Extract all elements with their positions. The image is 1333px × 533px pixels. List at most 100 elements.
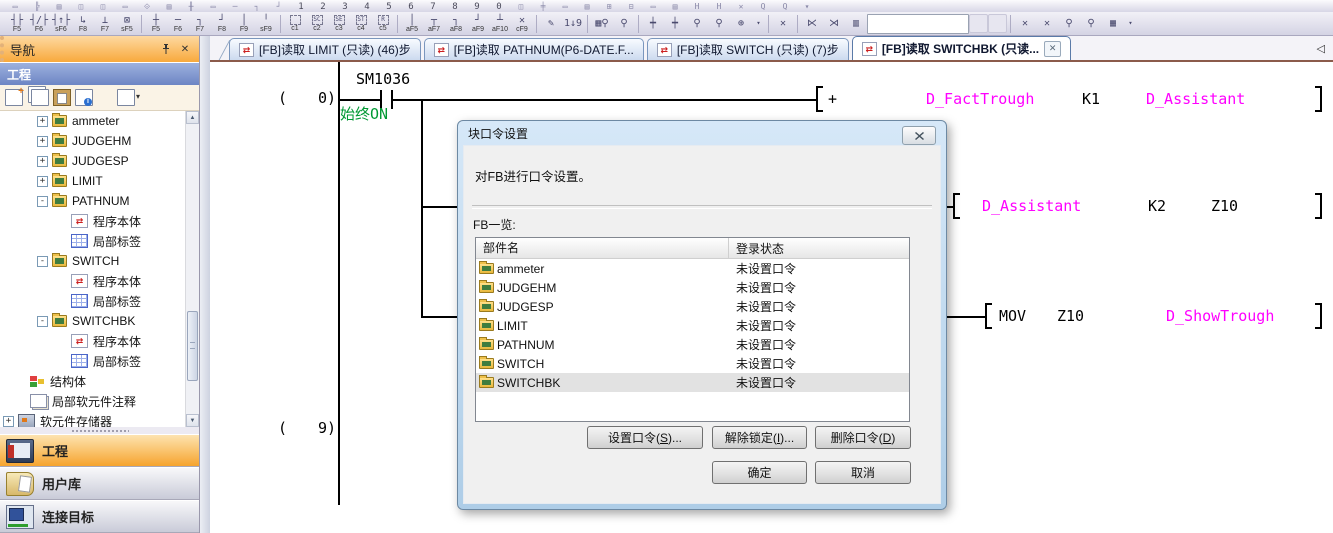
toolbar-ghost-icon[interactable]: ▭ — [4, 2, 26, 12]
fb-list-table[interactable]: 部件名 登录状态 ammeter 未设置口令 — [475, 237, 910, 422]
tree-item[interactable]: + JUDGEHM — [0, 131, 199, 151]
toolbar-ghost-icon[interactable]: ▭ — [202, 2, 224, 12]
delete-password-button[interactable]: 删除口令(D) — [815, 426, 911, 449]
document-tab[interactable]: [FB]读取 SWITCHBK (只读... — [852, 36, 1071, 60]
fb-row[interactable]: SWITCH 未设置口令 — [476, 354, 909, 373]
tree-item[interactable]: 程序本体 — [0, 271, 199, 291]
toolbar-ghost-icon[interactable]: Q — [752, 2, 774, 12]
toolbar-ghost-icon[interactable]: ⟐ — [136, 2, 158, 12]
tree-item[interactable]: - SWITCH — [0, 251, 199, 271]
tree-item[interactable]: - PATHNUM — [0, 191, 199, 211]
tree-item[interactable]: + LIMIT — [0, 171, 199, 191]
toolbar-ghost-icon[interactable]: ╪ — [532, 2, 554, 12]
toolbar-ghost-icon[interactable]: 3 — [334, 2, 356, 12]
toolbar-ghost-icon[interactable]: ─ — [224, 2, 246, 12]
dialog-close-icon[interactable] — [902, 126, 936, 145]
tree-item[interactable]: + JUDGESP — [0, 151, 199, 171]
toolbar-button[interactable]: ┘ aF9 — [467, 13, 489, 35]
operand-label[interactable]: D_FactTrough — [926, 90, 1034, 108]
tree-item[interactable]: 局部标签 — [0, 291, 199, 311]
tree-expand-icon[interactable]: + — [37, 176, 48, 187]
toolbar-button[interactable] — [1007, 13, 1014, 35]
toolbar-button[interactable]: ✕ — [772, 13, 794, 35]
toolbar-button[interactable]: ✎ — [540, 13, 562, 35]
operand-device[interactable]: Z10 — [1211, 197, 1238, 215]
column-header[interactable]: 登录状态 — [729, 240, 784, 257]
operand-constant[interactable]: K1 — [1082, 90, 1100, 108]
project-tool-icon[interactable] — [5, 89, 23, 106]
toolbar-ghost-icon[interactable]: 6 — [400, 2, 422, 12]
panel-button[interactable]: 连接目标 — [0, 500, 199, 533]
toolbar-button[interactable]: R c5 — [372, 13, 394, 35]
tree-item[interactable]: 程序本体 — [0, 211, 199, 231]
project-tool-icon[interactable] — [31, 89, 49, 106]
document-tab[interactable]: [FB]读取 PATHNUM(P6-DATE.F... — [424, 38, 644, 60]
scroll-down-icon[interactable]: ▼ — [186, 414, 199, 427]
toolbar-ghost-icon[interactable]: 4 — [356, 2, 378, 12]
toolbar-button[interactable]: │ F9 — [233, 13, 255, 35]
toolbar-ghost-icon[interactable]: ╠ — [26, 2, 48, 12]
toolbar-ghost-icon[interactable]: Q — [774, 2, 796, 12]
operand-constant[interactable]: K2 — [1148, 197, 1166, 215]
panel-button[interactable]: 用户库 — [0, 467, 199, 500]
toolbar-ghost-icon[interactable]: 5 — [378, 2, 400, 12]
toolbar-ghost-icon[interactable]: 7 — [422, 2, 444, 12]
toolbar-button[interactable]: │ aF5 — [401, 13, 423, 35]
toolbar-ghost-icon[interactable]: ▤ — [576, 2, 598, 12]
toolbar-button[interactable]: ▥ — [845, 13, 867, 35]
dialog-title[interactable]: 块口令设置 — [458, 121, 946, 145]
toolbar-button[interactable]: ST c4 — [350, 13, 372, 35]
toolbar-ghost-icon[interactable]: ┘ — [268, 2, 290, 12]
toolbar-button[interactable]: ⚲ — [613, 13, 635, 35]
toolbar-button[interactable]: c1 — [284, 13, 306, 35]
toolbar-button[interactable]: ╵ sF9 — [255, 13, 277, 35]
toolbar-button[interactable] — [867, 14, 969, 34]
toolbar-button[interactable]: ┤↑├ sF6 — [50, 13, 72, 35]
toolbar-button[interactable]: ┤/├ F6 — [28, 13, 50, 35]
dock-drag-handle[interactable] — [0, 427, 199, 434]
close-icon[interactable]: ✕ — [177, 42, 193, 57]
toolbar-button[interactable]: ⊠ sF5 — [116, 13, 138, 35]
toolbar-ghost-icon[interactable]: 2 — [312, 2, 334, 12]
tree-scrollbar[interactable]: ▲ ▼ — [185, 111, 199, 427]
project-tool-icon[interactable] — [97, 90, 113, 105]
toolbar-button[interactable]: ⋉ — [801, 13, 823, 35]
tree-item[interactable]: 局部标签 — [0, 351, 199, 371]
fb-row[interactable]: PATHNUM 未设置口令 — [476, 335, 909, 354]
pin-icon[interactable] — [158, 42, 174, 57]
fb-row[interactable]: JUDGEHM 未设置口令 — [476, 278, 909, 297]
document-tab[interactable]: [FB]读取 SWITCH (只读) (7)步 — [647, 38, 849, 60]
toolbar-ghost-icon[interactable]: ▭ — [642, 2, 664, 12]
tree-expand-icon[interactable]: - — [37, 196, 48, 207]
toolbar-ghost-icon[interactable]: ⊟ — [620, 2, 642, 12]
toolbar-ghost-icon[interactable]: ╫ — [180, 2, 202, 12]
toolbar-ghost-icon[interactable]: ✕ — [730, 2, 752, 12]
instruction-opcode[interactable]: MOV — [999, 307, 1026, 325]
toolbar-ghost-icon[interactable]: ▭ — [114, 2, 136, 12]
toolbar-button[interactable]: ✕ cF9 — [511, 13, 533, 35]
toolbar-button[interactable]: ┴ aF10 — [489, 13, 511, 35]
toolbar-button[interactable]: ▾ — [752, 13, 765, 35]
tree-expand-icon[interactable]: + — [37, 116, 48, 127]
toolbar-button[interactable] — [584, 13, 591, 35]
toolbar-ghost-icon[interactable]: ◫ — [510, 2, 532, 12]
toolbar-button[interactable]: ⚲ — [1080, 13, 1102, 35]
toolbar-button[interactable]: ⊕ — [730, 13, 752, 35]
toolbar-button[interactable]: ┐ aF8 — [445, 13, 467, 35]
toolbar-button[interactable] — [988, 14, 1007, 33]
toolbar-ghost-icon[interactable]: 1 — [290, 2, 312, 12]
toolbar-button[interactable]: ✕ — [1014, 13, 1036, 35]
project-tool-icon[interactable] — [75, 89, 93, 106]
tree-expand-icon[interactable]: - — [37, 316, 48, 327]
toolbar-button[interactable]: ─ F6 — [167, 13, 189, 35]
toolbar-ghost-icon[interactable]: 8 — [444, 2, 466, 12]
toolbar-ghost-icon[interactable]: ▤ — [48, 2, 70, 12]
project-tool-icon[interactable] — [53, 89, 71, 106]
unlock-button[interactable]: 解除锁定(I)... — [712, 426, 807, 449]
toolbar-button[interactable]: ▾ — [1124, 13, 1137, 35]
toolbar-button[interactable]: ⋊ — [823, 13, 845, 35]
tab-scroll-left-icon[interactable]: ◁ — [1317, 42, 1325, 55]
toolbar-ghost-icon[interactable]: ⊞ — [598, 2, 620, 12]
toolbar-button[interactable] — [635, 13, 642, 35]
toolbar-ghost-icon[interactable]: ▭ — [554, 2, 576, 12]
